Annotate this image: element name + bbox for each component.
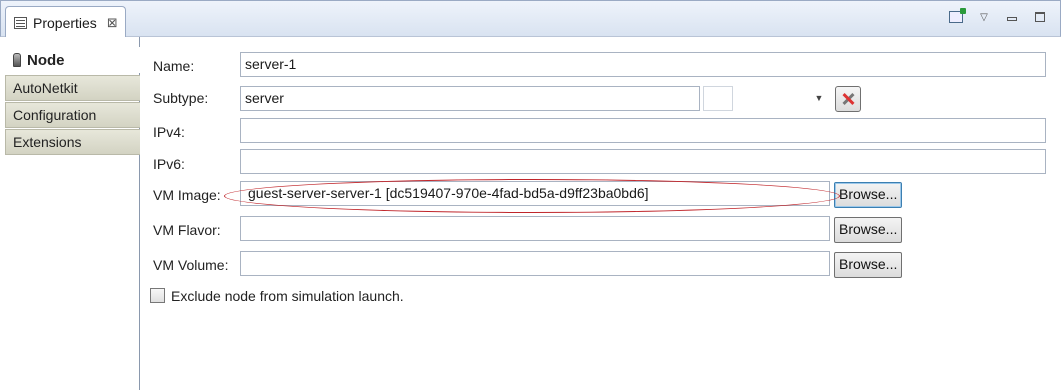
tab-properties[interactable]: Properties ⊠ — [5, 6, 126, 38]
view-title-bar: Properties ⊠ ▽ — [0, 0, 1061, 38]
section-tab-label: Extensions — [13, 134, 82, 150]
vm-flavor-label: VM Flavor: — [153, 222, 221, 238]
maximize-button[interactable] — [1032, 10, 1048, 24]
section-tab-label: Node — [27, 51, 65, 69]
exclude-node-label: Exclude node from simulation launch. — [171, 288, 404, 304]
exclude-node-checkbox[interactable] — [150, 288, 165, 303]
ipv6-label: IPv6: — [153, 156, 185, 172]
close-icon[interactable]: ⊠ — [107, 15, 118, 31]
ipv4-label: IPv4: — [153, 124, 185, 140]
section-tab-autonetkit[interactable]: AutoNetkit — [5, 75, 140, 101]
name-label: Name: — [153, 58, 195, 74]
subtype-tool-button[interactable] — [835, 86, 861, 112]
section-tab-label: AutoNetkit — [13, 80, 78, 96]
ipv6-field[interactable] — [240, 149, 1046, 174]
view-menu-icon[interactable]: ▽ — [976, 10, 992, 24]
properties-icon — [14, 16, 27, 29]
tab-title: Properties — [33, 14, 97, 31]
section-tab-node[interactable]: Node — [5, 47, 140, 73]
section-tab-configuration[interactable]: Configuration — [5, 102, 140, 128]
wrench-screwdriver-icon — [841, 92, 855, 106]
node-icon — [13, 53, 21, 67]
pin-icon — [949, 8, 966, 23]
vm-image-label: VM Image: — [153, 187, 221, 203]
name-field[interactable]: server-1 — [240, 52, 1046, 77]
property-sections: Node AutoNetkit Configuration Extensions — [0, 37, 140, 390]
pin-view-button[interactable] — [948, 8, 966, 24]
subtype-combo[interactable]: server — [240, 86, 700, 111]
subtype-combo-segment — [703, 86, 733, 111]
maximize-icon — [1035, 12, 1045, 22]
ipv4-field[interactable] — [240, 118, 1046, 143]
vm-flavor-field[interactable] — [240, 216, 830, 241]
minimize-icon — [1007, 17, 1017, 21]
vm-image-browse-button[interactable]: Browse... — [834, 182, 902, 208]
subtype-label: Subtype: — [153, 90, 209, 106]
vm-volume-label: VM Volume: — [153, 257, 229, 273]
vm-image-field[interactable]: guest-server-server-1 [dc519407-970e-4fa… — [240, 181, 830, 206]
section-tab-extensions[interactable]: Extensions — [5, 129, 140, 155]
vm-volume-browse-button[interactable]: Browse... — [834, 252, 902, 278]
view-toolbar: ▽ — [948, 8, 1048, 24]
minimize-button[interactable] — [1004, 10, 1020, 24]
chevron-down-icon[interactable]: ▼ — [811, 93, 827, 105]
section-tab-label: Configuration — [13, 107, 97, 123]
vm-volume-field[interactable] — [240, 251, 830, 276]
vm-flavor-browse-button[interactable]: Browse... — [834, 217, 902, 243]
